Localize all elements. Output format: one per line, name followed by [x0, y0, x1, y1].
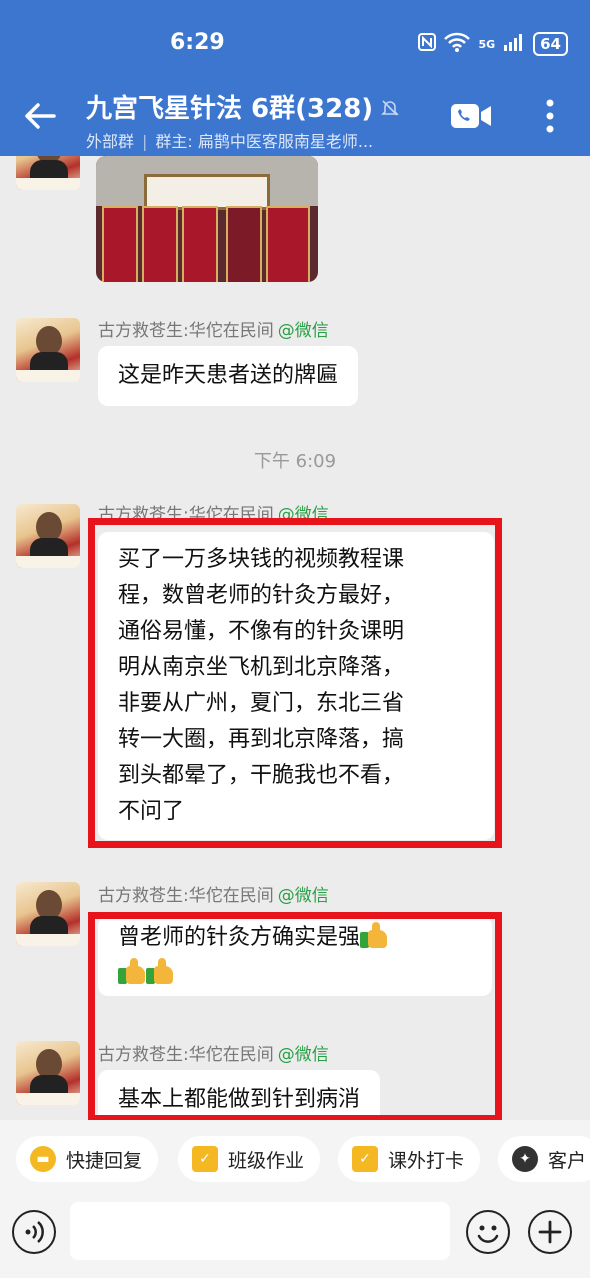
avatar[interactable]: [16, 504, 80, 568]
message-line: 不问了: [118, 799, 185, 824]
group-owner: 群主: 扁鹊中医客服南星老师...: [155, 132, 374, 151]
group-type: 外部群: [86, 132, 135, 151]
homework-icon: ✓: [192, 1146, 218, 1172]
avatar[interactable]: [16, 1041, 80, 1105]
nfc-icon: [418, 33, 437, 55]
message-sender: 古方救苍生:华佗在民间 @微信: [98, 316, 329, 341]
customer-icon: ✦: [512, 1146, 538, 1172]
wifi-icon: [444, 32, 471, 56]
mute-bell-icon: [380, 98, 400, 118]
battery-level: 64: [533, 32, 568, 56]
back-arrow-icon[interactable]: [20, 96, 60, 136]
chip-label: 快捷回复: [66, 1149, 143, 1172]
emoji-icon[interactable]: [466, 1210, 510, 1254]
chip-label: 课外打卡: [388, 1149, 465, 1172]
chip-label: 班级作业: [228, 1149, 305, 1172]
message-line: 买了一万多块钱的视频教程课: [118, 547, 405, 572]
avatar[interactable]: [16, 156, 80, 190]
thumbs-up-emoji-icon: [146, 958, 174, 984]
video-call-icon[interactable]: [450, 102, 492, 130]
chip-quick-reply[interactable]: ▬ 快捷回复: [16, 1136, 159, 1182]
chip-checkin[interactable]: ✓ 课外打卡: [338, 1136, 481, 1182]
message-sender: 古方救苍生:华佗在民间 @微信: [98, 881, 329, 906]
source-tag: @微信: [277, 1045, 329, 1065]
status-bar: 6:29 5G 64: [0, 28, 590, 62]
sender-name: 古方救苍生:华佗在民间: [98, 1045, 274, 1065]
quick-reply-bar: ▬ 快捷回复 ✓ 班级作业 ✓ 课外打卡 ✦ 客户: [0, 1120, 590, 1200]
message-bubble[interactable]: 基本上都能做到针到病消: [98, 1070, 381, 1120]
checkin-icon: ✓: [352, 1146, 378, 1172]
source-tag: @微信: [277, 505, 329, 525]
message-bubble[interactable]: 曾老师的针灸方确实是强: [98, 916, 492, 996]
plus-icon[interactable]: [528, 1210, 572, 1254]
message-bubble[interactable]: 这是昨天患者送的牌匾: [98, 346, 359, 406]
status-time: 6:29: [170, 30, 225, 55]
top-bar: 6:29 5G 64 九宫飞星针法 6群(328) 外部群 | 群主: 扁鹊中医客服…: [0, 0, 590, 156]
avatar[interactable]: [16, 318, 80, 382]
chip-label: 客户: [548, 1149, 587, 1172]
group-title[interactable]: 九宫飞星针法 6群(328): [86, 88, 373, 125]
thumbs-up-emoji-icon: [360, 922, 388, 948]
message-line: 通俗易懂，不像有的针灸课明: [118, 619, 405, 644]
group-subtitle: 外部群 | 群主: 扁鹊中医客服南星老师...: [86, 128, 373, 152]
message-sender: 古方救苍生:华佗在民间 @微信: [98, 1040, 329, 1065]
timestamp: 下午 6:09: [253, 451, 337, 472]
chip-class-homework[interactable]: ✓ 班级作业: [178, 1136, 321, 1182]
subtitle-divider: |: [142, 132, 148, 151]
sender-name: 古方救苍生:华佗在民间: [98, 321, 274, 341]
network-type: 5G: [478, 37, 496, 51]
source-tag: @微信: [277, 321, 329, 341]
message-line: 转一大圈，再到北京降落，搞: [118, 727, 405, 752]
message-input[interactable]: [70, 1202, 450, 1260]
source-tag: @微信: [277, 886, 329, 906]
chip-customer[interactable]: ✦ 客户: [498, 1136, 590, 1182]
message-bubble[interactable]: 买了一万多块钱的视频教程课 程，数曾老师的针灸方最好， 通俗易懂，不像有的针灸课…: [98, 532, 494, 840]
input-bar: [0, 1200, 590, 1278]
message-sender: 古方救苍生:华佗在民间 @微信: [98, 500, 329, 525]
message-text: 曾老师的针灸方确实是强: [118, 925, 361, 950]
chat-area[interactable]: 古方救苍生:华佗在民间 @微信 这是昨天患者送的牌匾 下午 6:09 古方救苍生:…: [0, 156, 590, 1120]
message-line: 到头都晕了，干脆我也不看，: [118, 763, 405, 788]
message-line: 程，数曾老师的针灸方最好，: [118, 583, 405, 608]
more-vertical-icon[interactable]: [536, 98, 564, 134]
status-icons: 5G 64: [418, 32, 568, 56]
signal-icon: [503, 33, 525, 55]
avatar[interactable]: [16, 882, 80, 946]
sender-name: 古方救苍生:华佗在民间: [98, 886, 274, 906]
voice-input-icon[interactable]: [12, 1210, 56, 1254]
message-line: 明从南京坐飞机到北京降落，: [118, 655, 405, 680]
image-message-plaques[interactable]: [96, 156, 318, 282]
message-line: 非要从广州，夏门，东北三省: [118, 691, 405, 716]
sender-name: 古方救苍生:华佗在民间: [98, 505, 274, 525]
thumbs-up-emoji-icon: [118, 958, 146, 984]
quick-reply-icon: ▬: [30, 1146, 56, 1172]
